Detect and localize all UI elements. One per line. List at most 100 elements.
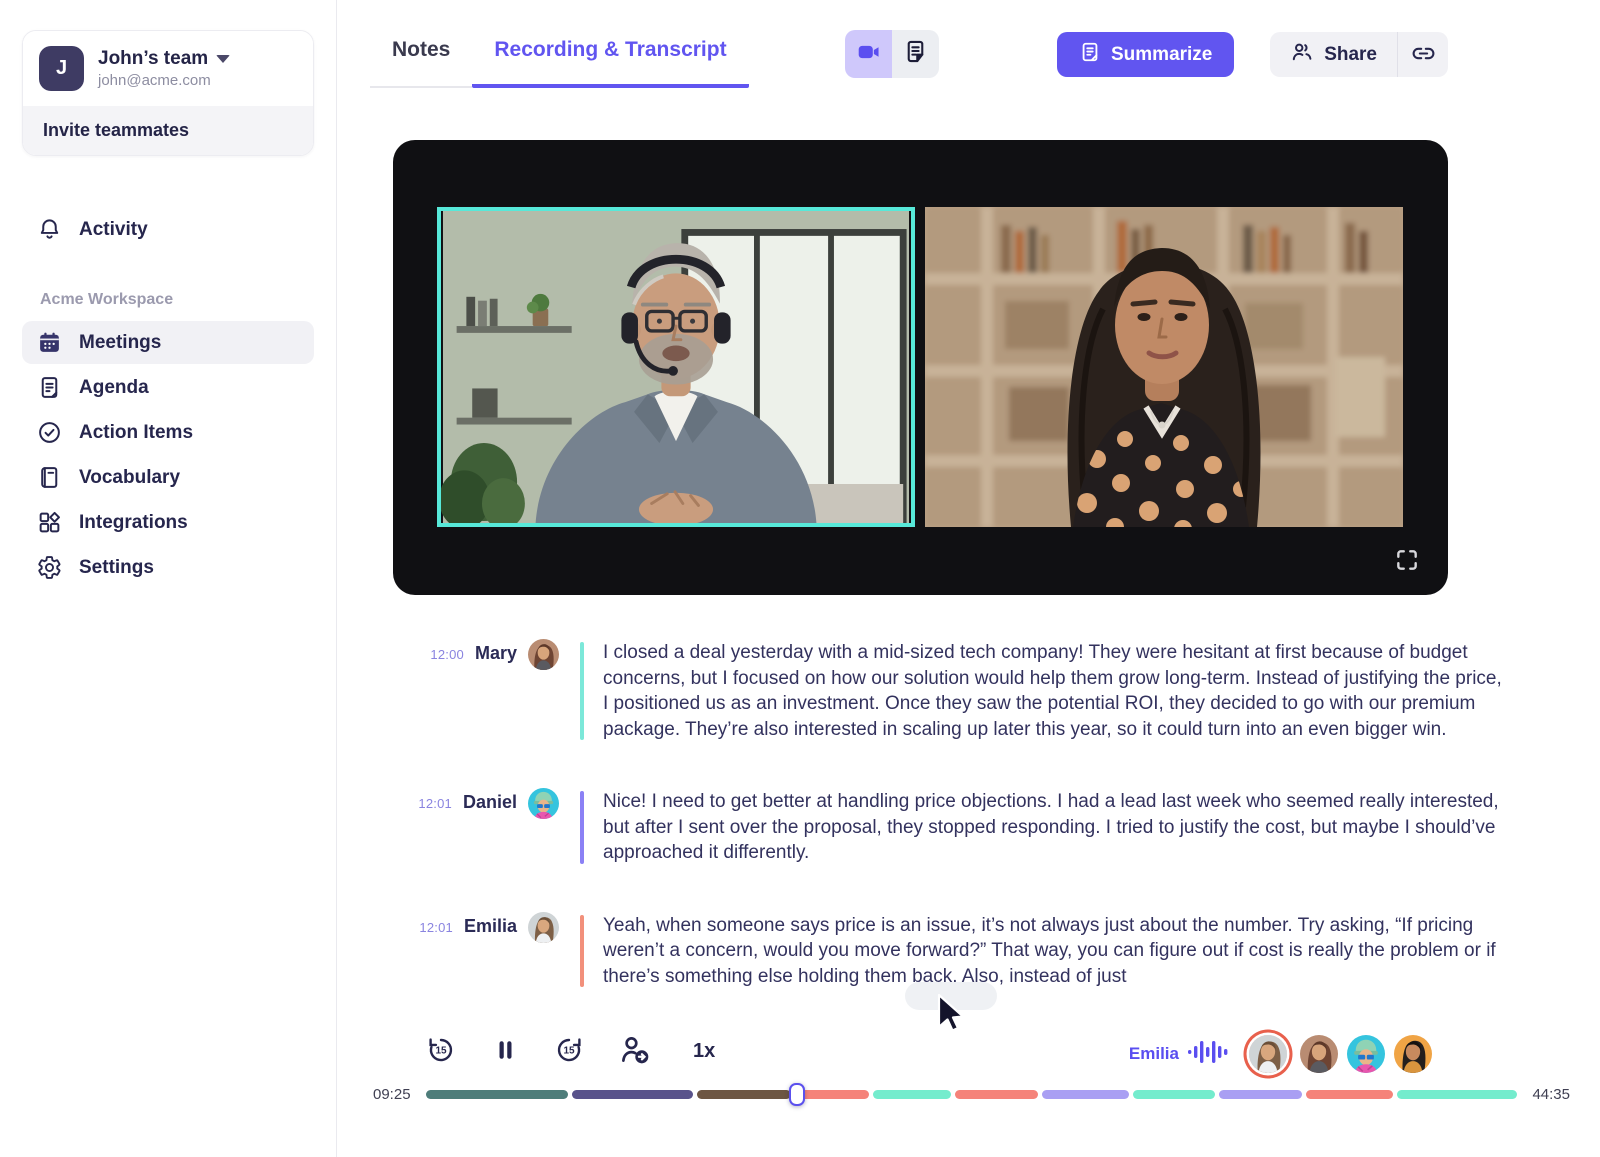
mary-avatar[interactable] xyxy=(1300,1035,1338,1073)
tabs: Notes Recording & Transcript xyxy=(370,34,749,88)
sidebar-item-activity[interactable]: Activity xyxy=(22,208,314,251)
bell-icon xyxy=(37,217,62,242)
mary-avatar xyxy=(528,639,559,670)
entry-timestamp[interactable]: 12:01 xyxy=(418,796,452,811)
sidebar-item-vocabulary[interactable]: Vocabulary xyxy=(22,456,314,499)
forward-15-icon: 15 xyxy=(553,1034,585,1069)
active-speaker-label: Emilia xyxy=(1129,1044,1179,1064)
emilia-avatar[interactable] xyxy=(1249,1035,1287,1073)
check-circle-icon xyxy=(37,420,62,445)
timeline-segment[interactable] xyxy=(426,1090,568,1099)
share-button[interactable]: Share xyxy=(1270,32,1397,77)
transcript-entry: 12:00 Mary I closed a deal yesterday wit… xyxy=(337,640,1600,742)
tab-notes[interactable]: Notes xyxy=(370,34,472,88)
share-people-icon xyxy=(1290,40,1314,70)
sidebar-item-label: Activity xyxy=(79,219,148,241)
timeline-track[interactable] xyxy=(426,1090,1518,1099)
share-label: Share xyxy=(1324,44,1377,66)
team-email: john@acme.com xyxy=(98,72,230,89)
sidebar-item-label: Meetings xyxy=(79,332,161,354)
timeline-segment[interactable] xyxy=(572,1090,693,1099)
sidebar: J John’s team john@acme.com Invite teamm… xyxy=(0,0,337,1157)
topbar: Notes Recording & Transcript xyxy=(337,0,1600,110)
tab-recording-transcript[interactable]: Recording & Transcript xyxy=(472,34,748,88)
transcript-text[interactable]: Yeah, when someone says price is an issu… xyxy=(603,913,1600,990)
sidebar-item-label: Agenda xyxy=(79,377,149,399)
entry-speaker-name: Daniel xyxy=(463,792,517,813)
pause-button[interactable] xyxy=(490,1035,520,1068)
transcript-list: 12:00 Mary I closed a deal yesterday wit… xyxy=(337,640,1600,1036)
gear-icon xyxy=(37,555,62,580)
skip-speaker-icon xyxy=(618,1033,652,1070)
view-toggle xyxy=(845,30,939,78)
timeline-segment[interactable] xyxy=(1397,1090,1518,1099)
video-tile-active-speaker[interactable] xyxy=(437,207,915,527)
emilia-avatar xyxy=(528,912,559,943)
total-time: 44:35 xyxy=(1532,1086,1570,1103)
team-avatar: J xyxy=(39,46,84,91)
pause-icon xyxy=(490,1035,520,1068)
team-card: J John’s team john@acme.com Invite teamm… xyxy=(22,30,314,156)
forward-15-button[interactable]: 15 xyxy=(553,1034,585,1069)
timeline-segment[interactable] xyxy=(1042,1090,1129,1099)
timeline-segment[interactable] xyxy=(697,1090,792,1099)
waveform-icon xyxy=(1188,1039,1230,1070)
entry-timestamp[interactable]: 12:01 xyxy=(419,920,453,935)
timeline: 09:25 44:35 xyxy=(373,1086,1570,1103)
sidebar-item-integrations[interactable]: Integrations xyxy=(22,501,314,544)
fullscreen-icon xyxy=(1394,561,1420,576)
invite-teammates-button[interactable]: Invite teammates xyxy=(23,106,313,155)
timeline-playhead[interactable] xyxy=(789,1083,805,1106)
speaker-color-bar xyxy=(580,915,584,988)
skip-speaker-button[interactable] xyxy=(618,1033,652,1070)
sidebar-item-label: Integrations xyxy=(79,512,188,534)
fullscreen-button[interactable] xyxy=(1394,547,1420,573)
sidebar-item-label: Settings xyxy=(79,557,154,579)
video-view-button[interactable] xyxy=(845,30,892,78)
rewind-15-icon: 15 xyxy=(425,1034,457,1069)
calendar-icon xyxy=(37,330,62,355)
transcript-entry: 12:01 Daniel Nice! I need to get better … xyxy=(337,789,1600,866)
video-camera-icon xyxy=(856,39,882,70)
svg-text:15: 15 xyxy=(435,1046,447,1057)
sidebar-item-label: Vocabulary xyxy=(79,467,180,489)
share-group: Share xyxy=(1270,32,1448,77)
notes-view-button[interactable] xyxy=(892,30,939,78)
team-name: John’s team xyxy=(98,48,208,70)
participant-avatar[interactable] xyxy=(1394,1035,1432,1073)
entry-speaker-name: Emilia xyxy=(464,916,517,937)
sidebar-item-action-items[interactable]: Action Items xyxy=(22,411,314,454)
integrations-icon xyxy=(37,510,62,535)
summarize-doc-icon xyxy=(1079,41,1101,69)
summarize-button[interactable]: Summarize xyxy=(1057,32,1234,77)
workspace-label: Acme Workspace xyxy=(40,291,314,309)
cursor-pointer xyxy=(930,993,970,1041)
entry-speaker-name: Mary xyxy=(475,643,517,664)
chevron-down-icon xyxy=(216,55,230,63)
timeline-segment[interactable] xyxy=(1133,1090,1216,1099)
daniel-avatar[interactable] xyxy=(1347,1035,1385,1073)
transcript-text[interactable]: I closed a deal yesterday with a mid-siz… xyxy=(603,640,1600,742)
svg-text:15: 15 xyxy=(563,1046,575,1057)
timeline-segment[interactable] xyxy=(873,1090,951,1099)
timeline-segment[interactable] xyxy=(795,1090,869,1099)
sidebar-item-label: Action Items xyxy=(79,422,193,444)
entry-timestamp[interactable]: 12:00 xyxy=(430,647,464,662)
timeline-segment[interactable] xyxy=(1306,1090,1393,1099)
summarize-label: Summarize xyxy=(1111,44,1212,66)
rewind-15-button[interactable]: 15 xyxy=(425,1034,457,1069)
book-icon xyxy=(37,465,62,490)
timeline-segment[interactable] xyxy=(1219,1090,1302,1099)
timeline-segment[interactable] xyxy=(955,1090,1038,1099)
playback-speed[interactable]: 1x xyxy=(693,1040,715,1063)
sidebar-item-agenda[interactable]: Agenda xyxy=(22,366,314,409)
daniel-avatar xyxy=(528,788,559,819)
link-icon xyxy=(1411,41,1436,69)
copy-link-button[interactable] xyxy=(1398,32,1448,77)
main-content: Notes Recording & Transcript xyxy=(337,0,1600,1157)
transcript-text[interactable]: Nice! I need to get better at handling p… xyxy=(603,789,1600,866)
video-tile-speaker-2[interactable] xyxy=(925,207,1403,527)
team-switcher[interactable]: J John’s team john@acme.com xyxy=(23,31,313,106)
sidebar-item-meetings[interactable]: Meetings xyxy=(22,321,314,364)
sidebar-item-settings[interactable]: Settings xyxy=(22,546,314,589)
